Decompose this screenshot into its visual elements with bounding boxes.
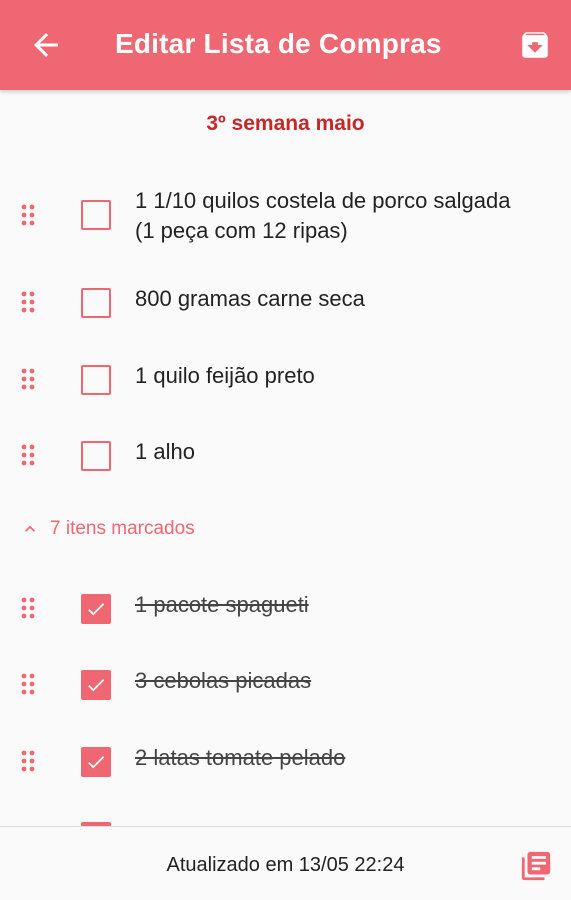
list-item: 3 cebolas picadas xyxy=(0,666,571,706)
item-text[interactable]: 2 latas tomate pelado xyxy=(135,743,535,773)
notes-icon[interactable] xyxy=(519,849,553,883)
list-item: 800 gramas carne seca xyxy=(0,284,571,324)
drag-handle-icon[interactable] xyxy=(20,367,36,391)
drag-handle-icon[interactable] xyxy=(20,203,36,227)
item-text[interactable]: 1 quilo feijão preto xyxy=(135,361,535,391)
arrow-back-icon[interactable] xyxy=(28,27,64,63)
list-item: 1 alho xyxy=(0,437,571,477)
item-text[interactable]: 1 pacote spagueti xyxy=(135,590,535,620)
footer-bar: Atualizado em 13/05 22:24 xyxy=(0,826,571,900)
drag-handle-icon[interactable] xyxy=(20,443,36,467)
drag-handle-icon[interactable] xyxy=(20,749,36,773)
updated-timestamp: Atualizado em 13/05 22:24 xyxy=(166,854,405,876)
list-item: 1 quilo feijão preto xyxy=(0,361,571,401)
item-checkbox[interactable] xyxy=(81,365,111,395)
drag-handle-icon[interactable] xyxy=(20,290,36,314)
check-icon xyxy=(88,679,105,692)
drag-handle-icon[interactable] xyxy=(20,596,36,620)
app-bar: Editar Lista de Compras xyxy=(0,0,571,90)
item-checkbox[interactable] xyxy=(81,441,111,471)
archive-icon[interactable] xyxy=(518,28,552,62)
check-icon xyxy=(88,603,105,616)
item-text[interactable]: 800 gramas carne seca xyxy=(135,284,535,314)
item-text[interactable]: 1 1/10 quilos costela de porco salgada (… xyxy=(135,186,535,246)
checked-section-label: 7 itens marcados xyxy=(50,518,195,539)
list-title: 3º semana maio xyxy=(206,112,365,135)
list-item: 1 1/10 quilos costela de porco salgada (… xyxy=(0,186,571,256)
page-title: Editar Lista de Compras xyxy=(115,28,442,59)
item-checkbox[interactable] xyxy=(81,747,111,777)
list-item: 2 latas tomate pelado xyxy=(0,743,571,783)
item-checkbox[interactable] xyxy=(81,200,111,230)
checked-section-toggle[interactable]: 7 itens marcados xyxy=(20,518,195,540)
list-item: 1 pacote spagueti xyxy=(0,590,571,630)
item-checkbox[interactable] xyxy=(81,670,111,700)
drag-handle-icon[interactable] xyxy=(20,672,36,696)
check-icon xyxy=(88,756,105,769)
item-checkbox[interactable] xyxy=(81,594,111,624)
item-text[interactable]: 1 alho xyxy=(135,437,535,467)
chevron-up-icon xyxy=(25,525,35,532)
item-text[interactable]: 3 cebolas picadas xyxy=(135,666,535,696)
item-checkbox[interactable] xyxy=(81,288,111,318)
